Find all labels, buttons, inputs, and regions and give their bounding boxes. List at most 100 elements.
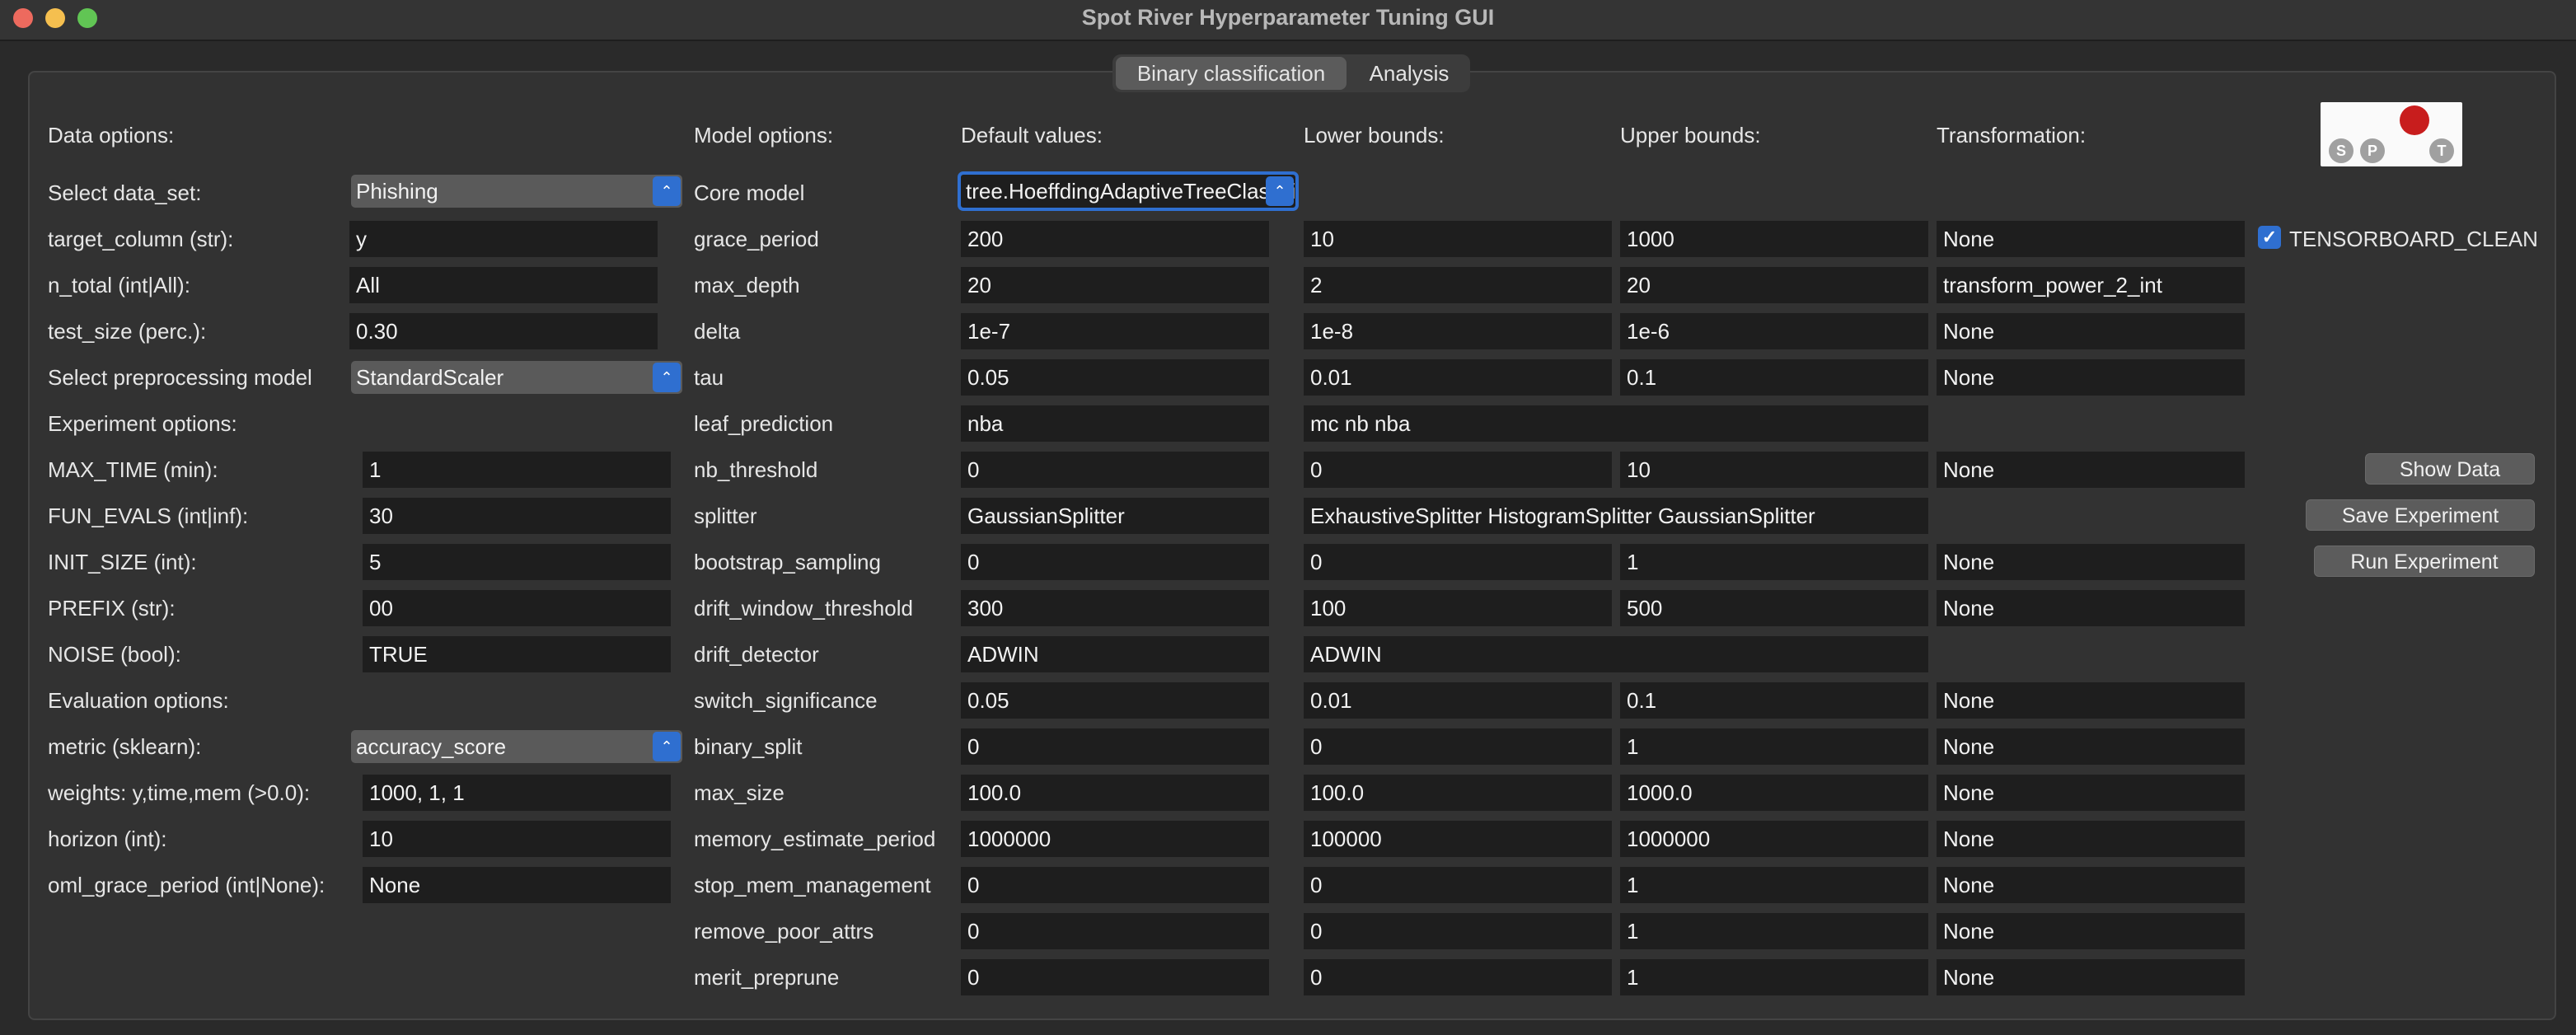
param-default-nb-threshold[interactable]: 0 [961,452,1269,488]
param-default-drift-window-threshold[interactable]: 300 [961,590,1269,626]
metric-select-value: accuracy_score [356,734,507,759]
core-model-select[interactable]: tree.HoeffdingAdaptiveTreeClassifier ⌃ [958,171,1299,211]
param-upper-stop-mem-management[interactable]: 1 [1620,867,1928,903]
param-default-bootstrap-sampling[interactable]: 0 [961,544,1269,580]
param-upper-switch-significance[interactable]: 0.1 [1620,682,1928,719]
param-lower-max-depth[interactable]: 2 [1304,267,1612,303]
param-lower-memory-estimate-period[interactable]: 100000 [1304,821,1612,857]
tensorboard-clean-checkbox[interactable]: ✓ [2258,226,2281,249]
param-levels-drift-detector[interactable]: ADWIN [1304,636,1928,672]
param-upper-max-size[interactable]: 1000.0 [1620,775,1928,811]
param-default-leaf-prediction[interactable]: nba [961,405,1269,442]
param-upper-delta[interactable]: 1e-6 [1620,313,1928,349]
chevron-down-icon: ⌃ [1266,176,1294,206]
param-transform-remove-poor-attrs[interactable]: None [1937,913,2245,949]
tab-analysis[interactable]: Analysis [1351,57,1467,90]
param-transform-nb-threshold[interactable]: None [1937,452,2245,488]
param-label-stop-mem-management: stop_mem_management [694,873,931,897]
param-default-remove-poor-attrs[interactable]: 0 [961,913,1269,949]
dataset-select-value: Phishing [356,179,438,204]
param-lower-merit-preprune[interactable]: 0 [1304,959,1612,995]
param-levels-leaf-prediction[interactable]: mc nb nba [1304,405,1928,442]
prefix-input[interactable]: 00 [363,590,671,626]
run-experiment-button[interactable]: Run Experiment [2314,546,2535,577]
tab-binary-classification[interactable]: Binary classification [1116,57,1347,90]
window-title: Spot River Hyperparameter Tuning GUI [1081,5,1495,30]
save-experiment-button[interactable]: Save Experiment [2306,499,2535,531]
param-transform-memory-estimate-period[interactable]: None [1937,821,2245,857]
param-default-binary-split[interactable]: 0 [961,728,1269,765]
chevron-down-icon: ⌃ [653,732,681,761]
param-default-drift-detector[interactable]: ADWIN [961,636,1269,672]
param-upper-nb-threshold[interactable]: 10 [1620,452,1928,488]
param-default-max-depth[interactable]: 20 [961,267,1269,303]
param-default-delta[interactable]: 1e-7 [961,313,1269,349]
show-data-button[interactable]: Show Data [2365,453,2535,485]
param-transform-drift-window-threshold[interactable]: None [1937,590,2245,626]
preprocessing-model-select[interactable]: StandardScaler ⌃ [351,361,682,394]
weights-input[interactable]: 1000, 1, 1 [363,775,671,811]
dataset-select[interactable]: Phishing ⌃ [351,175,682,208]
param-upper-tau[interactable]: 0.1 [1620,359,1928,396]
param-upper-merit-preprune[interactable]: 1 [1620,959,1928,995]
param-default-grace-period[interactable]: 200 [961,221,1269,257]
param-lower-bootstrap-sampling[interactable]: 0 [1304,544,1612,580]
param-transform-binary-split[interactable]: None [1937,728,2245,765]
param-label-switch-significance: switch_significance [694,688,878,713]
param-default-switch-significance[interactable]: 0.05 [961,682,1269,719]
noise-input[interactable]: TRUE [363,636,671,672]
param-upper-memory-estimate-period[interactable]: 1000000 [1620,821,1928,857]
param-default-max-size[interactable]: 100.0 [961,775,1269,811]
param-upper-remove-poor-attrs[interactable]: 1 [1620,913,1928,949]
param-upper-grace-period[interactable]: 1000 [1620,221,1928,257]
oml-grace-period-input[interactable]: None [363,867,671,903]
param-label-max-depth: max_depth [694,273,800,297]
param-upper-bootstrap-sampling[interactable]: 1 [1620,544,1928,580]
param-lower-switch-significance[interactable]: 0.01 [1304,682,1612,719]
target-column-input[interactable]: y [349,221,658,257]
param-label-max-size: max_size [694,780,785,805]
test-size-input[interactable]: 0.30 [349,313,658,349]
metric-select[interactable]: accuracy_score ⌃ [351,730,682,763]
param-default-stop-mem-management[interactable]: 0 [961,867,1269,903]
lower-bounds-header: Lower bounds: [1304,123,1445,148]
param-label-tau: tau [694,365,724,390]
noise-label: NOISE (bool): [48,642,181,667]
default-values-header: Default values: [961,123,1103,148]
param-transform-bootstrap-sampling[interactable]: None [1937,544,2245,580]
param-default-memory-estimate-period[interactable]: 1000000 [961,821,1269,857]
fun-evals-input[interactable]: 30 [363,498,671,534]
logo-letter-p: P [2360,138,2385,163]
param-lower-nb-threshold[interactable]: 0 [1304,452,1612,488]
param-lower-tau[interactable]: 0.01 [1304,359,1612,396]
param-default-tau[interactable]: 0.05 [961,359,1269,396]
max-time-input[interactable]: 1 [363,452,671,488]
param-lower-max-size[interactable]: 100.0 [1304,775,1612,811]
param-transform-grace-period[interactable]: None [1937,221,2245,257]
param-lower-binary-split[interactable]: 0 [1304,728,1612,765]
param-lower-drift-window-threshold[interactable]: 100 [1304,590,1612,626]
param-label-memory-estimate-period: memory_estimate_period [694,827,936,851]
param-default-merit-preprune[interactable]: 0 [961,959,1269,995]
param-lower-remove-poor-attrs[interactable]: 0 [1304,913,1612,949]
param-lower-delta[interactable]: 1e-8 [1304,313,1612,349]
param-transform-max-depth[interactable]: transform_power_2_int [1937,267,2245,303]
param-lower-grace-period[interactable]: 10 [1304,221,1612,257]
max-time-label: MAX_TIME (min): [48,457,218,482]
param-transform-tau[interactable]: None [1937,359,2245,396]
param-default-splitter[interactable]: GaussianSplitter [961,498,1269,534]
param-levels-splitter[interactable]: ExhaustiveSplitter HistogramSplitter Gau… [1304,498,1928,534]
n-total-input[interactable]: All [349,267,658,303]
param-transform-switch-significance[interactable]: None [1937,682,2245,719]
param-transform-stop-mem-management[interactable]: None [1937,867,2245,903]
init-size-input[interactable]: 5 [363,544,671,580]
param-transform-max-size[interactable]: None [1937,775,2245,811]
param-upper-binary-split[interactable]: 1 [1620,728,1928,765]
horizon-input[interactable]: 10 [363,821,671,857]
param-transform-delta[interactable]: None [1937,313,2245,349]
param-upper-drift-window-threshold[interactable]: 500 [1620,590,1928,626]
core-model-label: Core model [694,180,805,205]
param-upper-max-depth[interactable]: 20 [1620,267,1928,303]
param-lower-stop-mem-management[interactable]: 0 [1304,867,1612,903]
param-transform-merit-preprune[interactable]: None [1937,959,2245,995]
